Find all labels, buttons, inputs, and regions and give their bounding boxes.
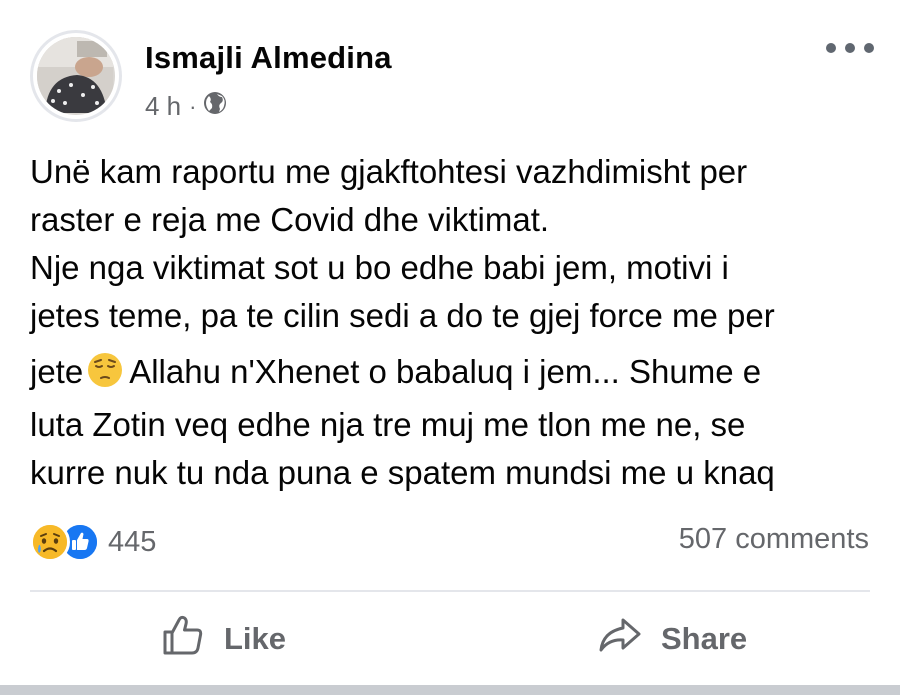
post-text-line: raster e reja me Covid dhe viktimat. — [30, 201, 550, 238]
facebook-post: Ismajli Almedina 4 h · Unë kam raportu m… — [0, 0, 900, 695]
globe-icon[interactable] — [202, 90, 228, 123]
post-text-line: jete Allahu n'Xhenet o babaluq i jem... … — [30, 348, 880, 401]
reaction-count: 445 — [108, 525, 157, 558]
post-text-line: Unë kam raportu me gjakftohtesi vazhdimi… — [30, 153, 748, 190]
post-text-line: luta Zotin veq edhe nja tre muj me tlon … — [30, 406, 746, 443]
post-text-line: jetes teme, pa te cilin sedi a do te gje… — [30, 297, 775, 334]
profile-photo-image — [37, 37, 113, 113]
pensive-face-emoji — [87, 352, 123, 401]
thumbs-up-icon — [160, 612, 224, 666]
avatar-photo — [37, 37, 115, 115]
reactions-summary[interactable]: 445 — [30, 522, 156, 562]
like-label: Like — [224, 621, 287, 656]
bottom-separator — [0, 685, 900, 695]
post-text-line: Nje nga viktimat sot u bo edhe babi jem,… — [30, 249, 729, 286]
post-text-segment: Allahu n'Xhenet o babaluq i jem... Shume… — [129, 353, 762, 390]
post-text-segment: jete — [30, 353, 84, 390]
meta-separator: · — [189, 93, 197, 119]
author-name[interactable]: Ismajli Almedina — [145, 40, 392, 76]
share-arrow-icon — [597, 612, 661, 666]
share-button[interactable]: Share — [597, 608, 747, 670]
post-time[interactable]: 4 h — [145, 91, 181, 122]
avatar[interactable] — [30, 30, 122, 122]
post-text-line: kurre nuk tu nda puna e spatem mundsi me… — [30, 454, 775, 491]
like-button[interactable]: Like — [160, 608, 286, 670]
share-label: Share — [661, 621, 748, 656]
post-text: Unë kam raportu me gjakftohtesi vazhdimi… — [30, 148, 880, 497]
post-meta: 4 h · — [145, 90, 228, 123]
more-options-icon[interactable] — [826, 36, 874, 60]
sad-reaction-icon — [30, 522, 70, 562]
comments-count[interactable]: 507 comments — [679, 523, 869, 556]
divider — [30, 590, 870, 592]
